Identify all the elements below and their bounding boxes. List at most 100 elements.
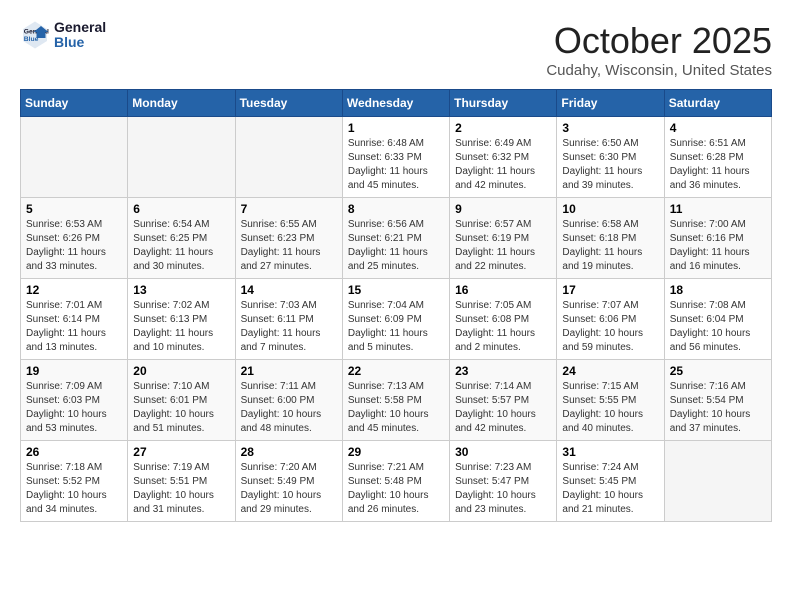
calendar-cell bbox=[21, 117, 128, 198]
month-title: October 2025 bbox=[546, 20, 772, 62]
day-number: 24 bbox=[562, 364, 658, 378]
day-number: 1 bbox=[348, 121, 444, 135]
calendar-cell: 20 Sunrise: 7:10 AM Sunset: 6:01 PM Dayli… bbox=[128, 360, 235, 441]
day-info: Sunrise: 7:14 AM Sunset: 5:57 PM Dayligh… bbox=[455, 380, 551, 436]
calendar-cell: 10Sunrise: 6:58 AM Sunset: 6:18 PM Dayli… bbox=[557, 198, 664, 279]
day-info: Sunrise: 6:53 AM Sunset: 6:26 PM Dayligh… bbox=[26, 218, 122, 274]
day-info: Sunrise: 6:51 AM Sunset: 6:28 PM Dayligh… bbox=[670, 137, 766, 193]
calendar-cell: 2Sunrise: 6:49 AM Sunset: 6:32 PM Daylig… bbox=[450, 117, 557, 198]
day-info: Sunrise: 7:11 AM Sunset: 6:00 PM Dayligh… bbox=[241, 380, 337, 436]
day-number: 12 bbox=[26, 283, 122, 297]
calendar-cell: 25Sunrise: 7:16 AM Sunset: 5:54 PM Dayli… bbox=[664, 360, 771, 441]
calendar-cell: 22 Sunrise: 7:13 AM Sunset: 5:58 PM Dayli… bbox=[342, 360, 449, 441]
day-number: 8 bbox=[348, 202, 444, 216]
calendar-cell: 16 Sunrise: 7:05 AM Sunset: 6:08 PM Dayli… bbox=[450, 279, 557, 360]
calendar-cell: 1Sunrise: 6:48 AM Sunset: 6:33 PM Daylig… bbox=[342, 117, 449, 198]
weekday-header: Friday bbox=[557, 90, 664, 117]
calendar-week-row: 19 Sunrise: 7:09 AM Sunset: 6:03 PM Dayli… bbox=[21, 360, 772, 441]
day-info: Sunrise: 6:56 AM Sunset: 6:21 PM Dayligh… bbox=[348, 218, 444, 274]
calendar-cell: 12Sunrise: 7:01 AM Sunset: 6:14 PM Dayli… bbox=[21, 279, 128, 360]
day-number: 11 bbox=[670, 202, 766, 216]
page-header: General Blue General Blue October 2025 C… bbox=[20, 20, 772, 79]
day-info: Sunrise: 7:10 AM Sunset: 6:01 PM Dayligh… bbox=[133, 380, 229, 436]
day-info: Sunrise: 7:15 AM Sunset: 5:55 PM Dayligh… bbox=[562, 380, 658, 436]
calendar-cell: 6Sunrise: 6:54 AM Sunset: 6:25 PM Daylig… bbox=[128, 198, 235, 279]
calendar-cell bbox=[128, 117, 235, 198]
calendar-cell: 31Sunrise: 7:24 AM Sunset: 5:45 PM Dayli… bbox=[557, 441, 664, 522]
weekday-header: Sunday bbox=[21, 90, 128, 117]
day-number: 5 bbox=[26, 202, 122, 216]
day-number: 29 bbox=[348, 445, 444, 459]
logo: General Blue General Blue bbox=[20, 20, 106, 51]
calendar-cell: 19 Sunrise: 7:09 AM Sunset: 6:03 PM Dayli… bbox=[21, 360, 128, 441]
day-info: Sunrise: 7:24 AM Sunset: 5:45 PM Dayligh… bbox=[562, 461, 658, 517]
day-info: Sunrise: 6:57 AM Sunset: 6:19 PM Dayligh… bbox=[455, 218, 551, 274]
day-number: 16 bbox=[455, 283, 551, 297]
logo-icon: General Blue bbox=[20, 20, 50, 50]
day-number: 20 bbox=[133, 364, 229, 378]
day-info: Sunrise: 7:04 AM Sunset: 6:09 PM Dayligh… bbox=[348, 299, 444, 355]
calendar-cell: 28Sunrise: 7:20 AM Sunset: 5:49 PM Dayli… bbox=[235, 441, 342, 522]
weekday-row: SundayMondayTuesdayWednesdayThursdayFrid… bbox=[21, 90, 772, 117]
day-number: 27 bbox=[133, 445, 229, 459]
calendar-cell: 4 Sunrise: 6:51 AM Sunset: 6:28 PM Daylig… bbox=[664, 117, 771, 198]
day-info: Sunrise: 6:54 AM Sunset: 6:25 PM Dayligh… bbox=[133, 218, 229, 274]
day-info: Sunrise: 7:07 AM Sunset: 6:06 PM Dayligh… bbox=[562, 299, 658, 355]
calendar-cell bbox=[664, 441, 771, 522]
calendar-cell: 11 Sunrise: 7:00 AM Sunset: 6:16 PM Dayli… bbox=[664, 198, 771, 279]
day-number: 17 bbox=[562, 283, 658, 297]
day-info: Sunrise: 7:09 AM Sunset: 6:03 PM Dayligh… bbox=[26, 380, 122, 436]
day-number: 30 bbox=[455, 445, 551, 459]
day-number: 2 bbox=[455, 121, 551, 135]
location: Cudahy, Wisconsin, United States bbox=[546, 62, 772, 79]
calendar-cell: 7 Sunrise: 6:55 AM Sunset: 6:23 PM Daylig… bbox=[235, 198, 342, 279]
day-number: 25 bbox=[670, 364, 766, 378]
calendar-cell: 13Sunrise: 7:02 AM Sunset: 6:13 PM Dayli… bbox=[128, 279, 235, 360]
day-info: Sunrise: 7:00 AM Sunset: 6:16 PM Dayligh… bbox=[670, 218, 766, 274]
calendar-cell: 24 Sunrise: 7:15 AM Sunset: 5:55 PM Dayli… bbox=[557, 360, 664, 441]
day-number: 21 bbox=[241, 364, 337, 378]
day-info: Sunrise: 7:19 AM Sunset: 5:51 PM Dayligh… bbox=[133, 461, 229, 517]
calendar-cell: 21 Sunrise: 7:11 AM Sunset: 6:00 PM Dayli… bbox=[235, 360, 342, 441]
calendar-cell: 9Sunrise: 6:57 AM Sunset: 6:19 PM Daylig… bbox=[450, 198, 557, 279]
day-info: Sunrise: 7:13 AM Sunset: 5:58 PM Dayligh… bbox=[348, 380, 444, 436]
day-info: Sunrise: 7:05 AM Sunset: 6:08 PM Dayligh… bbox=[455, 299, 551, 355]
day-number: 7 bbox=[241, 202, 337, 216]
calendar-cell: 8 Sunrise: 6:56 AM Sunset: 6:21 PM Daylig… bbox=[342, 198, 449, 279]
calendar-cell: 15 Sunrise: 7:04 AM Sunset: 6:09 PM Dayli… bbox=[342, 279, 449, 360]
calendar-week-row: 1Sunrise: 6:48 AM Sunset: 6:33 PM Daylig… bbox=[21, 117, 772, 198]
calendar-cell: 14 Sunrise: 7:03 AM Sunset: 6:11 PM Dayli… bbox=[235, 279, 342, 360]
day-number: 4 bbox=[670, 121, 766, 135]
day-number: 22 bbox=[348, 364, 444, 378]
day-number: 19 bbox=[26, 364, 122, 378]
calendar-cell: 18Sunrise: 7:08 AM Sunset: 6:04 PM Dayli… bbox=[664, 279, 771, 360]
weekday-header: Wednesday bbox=[342, 90, 449, 117]
calendar-cell: 29Sunrise: 7:21 AM Sunset: 5:48 PM Dayli… bbox=[342, 441, 449, 522]
day-info: Sunrise: 7:03 AM Sunset: 6:11 PM Dayligh… bbox=[241, 299, 337, 355]
day-info: Sunrise: 6:50 AM Sunset: 6:30 PM Dayligh… bbox=[562, 137, 658, 193]
day-number: 15 bbox=[348, 283, 444, 297]
day-number: 13 bbox=[133, 283, 229, 297]
calendar-week-row: 12Sunrise: 7:01 AM Sunset: 6:14 PM Dayli… bbox=[21, 279, 772, 360]
day-info: Sunrise: 6:58 AM Sunset: 6:18 PM Dayligh… bbox=[562, 218, 658, 274]
calendar-week-row: 26Sunrise: 7:18 AM Sunset: 5:52 PM Dayli… bbox=[21, 441, 772, 522]
calendar-cell: 23 Sunrise: 7:14 AM Sunset: 5:57 PM Dayli… bbox=[450, 360, 557, 441]
logo-text-general: General bbox=[54, 20, 106, 35]
day-info: Sunrise: 6:55 AM Sunset: 6:23 PM Dayligh… bbox=[241, 218, 337, 274]
logo-text-blue: Blue bbox=[54, 35, 106, 50]
day-number: 28 bbox=[241, 445, 337, 459]
weekday-header: Saturday bbox=[664, 90, 771, 117]
day-number: 18 bbox=[670, 283, 766, 297]
calendar-body: 1Sunrise: 6:48 AM Sunset: 6:33 PM Daylig… bbox=[21, 117, 772, 522]
weekday-header: Monday bbox=[128, 90, 235, 117]
day-number: 3 bbox=[562, 121, 658, 135]
calendar-cell: 3 Sunrise: 6:50 AM Sunset: 6:30 PM Daylig… bbox=[557, 117, 664, 198]
calendar-cell: 30 Sunrise: 7:23 AM Sunset: 5:47 PM Dayli… bbox=[450, 441, 557, 522]
day-number: 26 bbox=[26, 445, 122, 459]
day-number: 14 bbox=[241, 283, 337, 297]
day-number: 23 bbox=[455, 364, 551, 378]
calendar-cell: 5 Sunrise: 6:53 AM Sunset: 6:26 PM Daylig… bbox=[21, 198, 128, 279]
calendar-cell bbox=[235, 117, 342, 198]
calendar-cell: 26Sunrise: 7:18 AM Sunset: 5:52 PM Dayli… bbox=[21, 441, 128, 522]
day-info: Sunrise: 7:23 AM Sunset: 5:47 PM Dayligh… bbox=[455, 461, 551, 517]
